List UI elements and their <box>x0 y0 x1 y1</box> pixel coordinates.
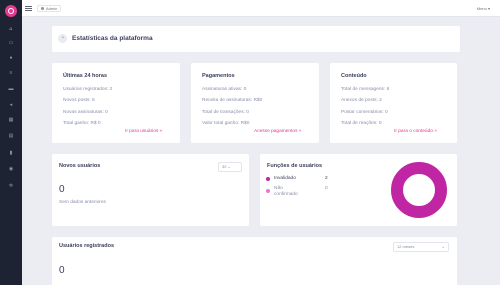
card-last-24h: Últimas 24 horas Usuários registrados: 2… <box>52 63 180 143</box>
donut-segment-invalidado <box>391 162 447 218</box>
topbar <box>22 0 500 17</box>
card-title: Novos usuários <box>59 163 101 169</box>
stats-icon: ◔ <box>58 34 67 43</box>
legend-label: Invalidado <box>274 176 296 181</box>
stat-line: Assinaturas ativas: 0 <box>202 87 247 92</box>
card-title: Funções de usuários <box>267 163 323 169</box>
page-title: Estatísticas da plataforma <box>72 35 153 42</box>
go-to-users-link[interactable]: Ir para usuários » <box>125 129 162 134</box>
stat-line: Total ganho: R$ 0 <box>63 121 101 126</box>
stat-line: Usuários registrados: 2 <box>63 87 113 92</box>
roles-donut-chart <box>391 162 447 218</box>
card-title: Usuários registrados <box>59 243 115 249</box>
users-icon[interactable]: ◉ <box>8 167 14 172</box>
registered-count: 0 <box>59 265 65 276</box>
stat-line: Novos posts: 6 <box>63 98 95 103</box>
go-to-payments-link[interactable]: Acesse pagamentos » <box>254 129 301 134</box>
admin-badge[interactable]: Admin <box>37 5 62 12</box>
sidebar: ⌂ ▭ ● ≡ ▬ ◂ ▦ ▤ ▮ ◉ ✲ <box>0 0 22 285</box>
card-new-users: Novos usuários 30 ⌄ 0 Sem dados anterior… <box>52 154 249 226</box>
legend-value: 0 <box>325 186 328 191</box>
legend-dot <box>266 177 270 181</box>
card-registered-users: Usuários registrados 12 meses ⌄ 0 <box>52 237 457 285</box>
folder-icon[interactable]: ▭ <box>8 41 14 46</box>
card-user-roles: Funções de usuários Invalidado 2 Não con… <box>260 154 457 226</box>
new-users-count: 0 <box>59 184 65 195</box>
card-title: Últimas 24 horas <box>63 73 108 79</box>
period-select[interactable]: 30 ⌄ <box>218 162 242 172</box>
file-icon[interactable]: ▮ <box>8 151 14 156</box>
stat-line: Receita de assinaturas: R$0 <box>202 98 263 103</box>
menu-toggle-icon[interactable] <box>25 6 32 11</box>
stat-line: Postar comentários: 0 <box>341 110 388 115</box>
stat-line: Total de reações: 0 <box>341 121 382 126</box>
stat-line: Total de transações: 0 <box>202 110 249 115</box>
card-payments: Pagamentos Assinaturas ativas: 0 Receita… <box>191 63 319 143</box>
stat-line: Anexos de posts: 2 <box>341 98 382 103</box>
no-data-text: Sem dados anteriores <box>59 200 106 205</box>
share-icon[interactable]: ◂ <box>8 103 14 108</box>
legend-dot <box>266 189 270 193</box>
stat-line: Total de mensagens: 6 <box>341 87 390 92</box>
legend-label: Não confirmado <box>274 186 298 197</box>
card-icon[interactable]: ▬ <box>8 87 14 92</box>
app-logo[interactable] <box>5 5 17 17</box>
chart-icon[interactable]: ▤ <box>8 134 14 139</box>
range-select[interactable]: 12 meses ⌄ <box>393 242 449 252</box>
go-to-content-link[interactable]: Ir para o conteúdo » <box>394 129 437 134</box>
legend-value: 2 <box>325 176 328 181</box>
stat-line: Valor total ganho: R$0 <box>202 121 250 126</box>
user-menu[interactable]: Menu ▾ <box>477 6 490 11</box>
logo-ring <box>8 8 14 14</box>
grid-icon[interactable]: ▦ <box>8 118 14 123</box>
card-content: Conteúdo Total de mensagens: 6 Anexos de… <box>330 63 457 143</box>
card-title: Conteúdo <box>341 73 367 79</box>
chevron-down-icon: ⌄ <box>441 244 445 249</box>
home-icon[interactable]: ⌂ <box>8 27 14 32</box>
card-title: Pagamentos <box>202 73 235 79</box>
range-select-value: 12 meses <box>397 244 415 249</box>
stat-line: Novas assinaturas: 0 <box>63 110 108 115</box>
user-icon[interactable]: ● <box>8 56 14 61</box>
admin-icon <box>41 7 44 11</box>
admin-label: Admin <box>46 6 58 11</box>
page-header: ◔ Estatísticas da plataforma <box>52 26 460 52</box>
settings-icon[interactable]: ✲ <box>8 184 14 189</box>
list-icon[interactable]: ≡ <box>8 71 14 76</box>
